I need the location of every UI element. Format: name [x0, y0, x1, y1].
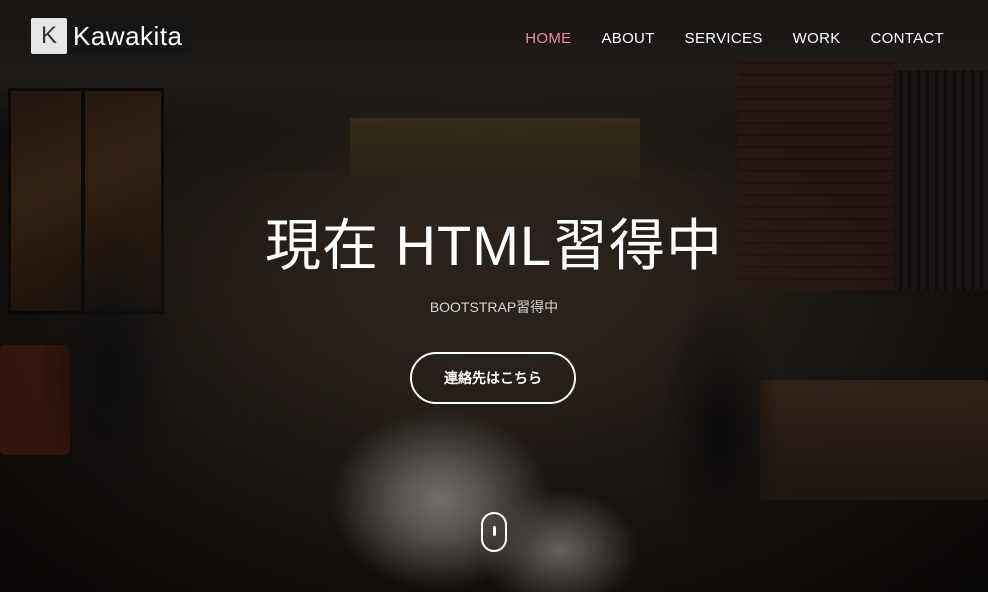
dark-overlay: [0, 0, 988, 592]
hero-background: [0, 0, 988, 592]
nav-work[interactable]: WORK: [793, 30, 841, 47]
mouse-scroll-icon[interactable]: [481, 512, 507, 552]
nav-contact[interactable]: CONTACT: [871, 30, 944, 47]
hero-headline: 現在 HTML習得中: [265, 214, 723, 277]
main-nav: HOME ABOUT SERVICES WORK CONTACT: [525, 30, 944, 47]
hero-subheadline: BOOTSTRAP習得中: [429, 299, 559, 315]
contact-button[interactable]: 連絡先はこちら: [410, 352, 576, 404]
scroll-wheel: [493, 526, 496, 536]
nav-about[interactable]: ABOUT: [601, 30, 654, 47]
brand-mark-icon: K: [31, 18, 67, 54]
nav-home[interactable]: HOME: [525, 30, 571, 47]
nav-services[interactable]: SERVICES: [685, 30, 763, 47]
brand-name: Kawakita: [73, 20, 183, 51]
brand-logo[interactable]: K Kawakita: [31, 17, 191, 55]
